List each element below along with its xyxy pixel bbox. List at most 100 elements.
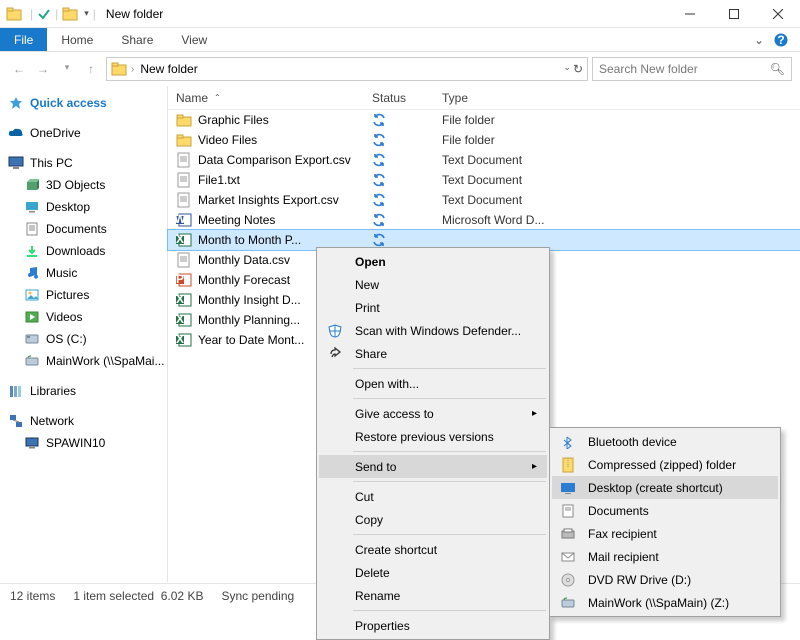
view-tab[interactable]: View — [167, 28, 221, 51]
context-menu[interactable]: Open New Print Scan with Windows Defende… — [316, 247, 550, 640]
ctx-restore[interactable]: Restore previous versions — [319, 425, 547, 448]
qat-folder-icon[interactable] — [62, 6, 78, 22]
column-name[interactable]: Name⌃ — [168, 91, 364, 105]
sendto-item[interactable]: Bluetooth device — [552, 430, 778, 453]
maximize-button[interactable] — [712, 0, 756, 28]
sidebar-item-label: MainWork (\\SpaMai... — [46, 354, 164, 368]
sendto-item[interactable]: Mail recipient — [552, 545, 778, 568]
sendto-item[interactable]: Desktop (create shortcut) — [552, 476, 778, 499]
ctx-delete[interactable]: Delete — [319, 561, 547, 584]
sendto-item[interactable]: Fax recipient — [552, 522, 778, 545]
svg-text:P: P — [176, 272, 184, 286]
sidebar-this-pc[interactable]: This PC — [0, 152, 167, 174]
ctx-cut[interactable]: Cut — [319, 485, 547, 508]
ctx-copy[interactable]: Copy — [319, 508, 547, 531]
svg-text:?: ? — [777, 33, 784, 47]
file-tab[interactable]: File — [0, 28, 47, 51]
ribbon-expand-icon[interactable]: ⌄ — [744, 33, 774, 47]
svg-text:X: X — [176, 312, 184, 326]
share-tab[interactable]: Share — [107, 28, 167, 51]
ctx-open-with[interactable]: Open with... — [319, 372, 547, 395]
sendto-label: Fax recipient — [588, 527, 657, 541]
sidebar-network[interactable]: Network — [0, 410, 167, 432]
file-row[interactable]: Graphic FilesFile folder — [168, 110, 800, 130]
sendto-item[interactable]: DVD RW Drive (D:) — [552, 568, 778, 591]
folder-icon — [24, 331, 40, 347]
sidebar-item[interactable]: Music — [0, 262, 167, 284]
file-name: Graphic Files — [198, 113, 269, 127]
file-type: Text Document — [434, 153, 594, 167]
ctx-open[interactable]: Open — [319, 250, 547, 273]
ctx-sep — [353, 534, 546, 535]
file-status — [364, 133, 434, 147]
search-icon[interactable]: 🔍︎ — [770, 62, 785, 76]
address-bar[interactable]: › New folder ⌄ ↻ — [106, 57, 588, 81]
sidebar-item[interactable]: Desktop — [0, 196, 167, 218]
ctx-share[interactable]: Share — [319, 342, 547, 365]
address-dropdown-icon[interactable]: ⌄ — [563, 62, 571, 76]
file-row[interactable]: Video FilesFile folder — [168, 130, 800, 150]
file-row[interactable]: Data Comparison Export.csv Text Document — [168, 150, 800, 170]
ctx-print[interactable]: Print — [319, 296, 547, 319]
ctx-create-shortcut[interactable]: Create shortcut — [319, 538, 547, 561]
sidebar-item-label: OS (C:) — [46, 332, 87, 346]
nav-back-icon[interactable]: ← — [8, 62, 30, 76]
sidebar-item[interactable]: Pictures — [0, 284, 167, 306]
ctx-new[interactable]: New — [319, 273, 547, 296]
crumb-arrow-icon[interactable]: › — [131, 64, 134, 75]
sort-asc-icon: ⌃ — [214, 93, 221, 102]
file-name: Data Comparison Export.csv — [198, 153, 351, 167]
status-selected: 1 item selected 6.02 KB — [73, 589, 203, 603]
sendto-item[interactable]: MainWork (\\SpaMain) (Z:) — [552, 591, 778, 614]
navigation-pane[interactable]: Quick access OneDrive This PC 3D Objects… — [0, 86, 168, 582]
qat-check-icon[interactable] — [37, 7, 51, 21]
column-headers[interactable]: Name⌃ Status Type — [168, 86, 800, 110]
ctx-sep — [353, 610, 546, 611]
sidebar-item-label: Music — [46, 266, 77, 280]
nav-history-icon[interactable]: ▾ — [56, 62, 78, 76]
ctx-give-access[interactable]: Give access to▸ — [319, 402, 547, 425]
file-icon — [176, 132, 192, 148]
status-sync: Sync pending — [221, 589, 294, 603]
nav-forward-icon[interactable]: → — [32, 62, 54, 76]
home-tab[interactable]: Home — [47, 28, 107, 51]
breadcrumb[interactable]: New folder — [138, 62, 199, 76]
nav-up-icon[interactable]: ↑ — [80, 62, 102, 76]
sendto-submenu[interactable]: Bluetooth device Compressed (zipped) fold… — [549, 427, 781, 617]
qat-dropdown-icon[interactable]: ▾ — [84, 8, 89, 19]
network-icon — [8, 413, 24, 429]
sidebar-item[interactable]: MainWork (\\SpaMai... — [0, 350, 167, 372]
pc-icon — [8, 155, 24, 171]
sidebar-item[interactable]: Downloads — [0, 240, 167, 262]
sidebar-onedrive[interactable]: OneDrive — [0, 122, 167, 144]
sidebar-item[interactable]: 3D Objects — [0, 174, 167, 196]
minimize-button[interactable] — [668, 0, 712, 28]
ctx-rename[interactable]: Rename — [319, 584, 547, 607]
sidebar-quick-access[interactable]: Quick access — [0, 92, 167, 114]
column-status[interactable]: Status — [364, 91, 434, 105]
sidebar-item-label: Network — [30, 414, 74, 428]
sendto-item[interactable]: Documents — [552, 499, 778, 522]
sidebar-item[interactable]: OS (C:) — [0, 328, 167, 350]
column-type[interactable]: Type — [434, 91, 594, 105]
sidebar-item[interactable]: Documents — [0, 218, 167, 240]
search-input[interactable]: Search New folder 🔍︎ — [592, 57, 792, 81]
help-icon[interactable]: ? — [774, 33, 788, 47]
file-row[interactable]: File1.txtText Document — [168, 170, 800, 190]
sendto-item[interactable]: Compressed (zipped) folder — [552, 453, 778, 476]
ctx-properties[interactable]: Properties — [319, 614, 547, 637]
sidebar-item[interactable]: Videos — [0, 306, 167, 328]
file-row[interactable]: Market Insights Export.csvText Document — [168, 190, 800, 210]
file-row[interactable]: WMeeting NotesMicrosoft Word D... — [168, 210, 800, 230]
ctx-sep — [353, 398, 546, 399]
close-button[interactable] — [756, 0, 800, 28]
ribbon-right: ⌄ ? — [744, 28, 800, 51]
ctx-send-to[interactable]: Send to▸ — [319, 455, 547, 478]
svg-text:W: W — [176, 212, 186, 226]
ctx-scan[interactable]: Scan with Windows Defender... — [319, 319, 547, 342]
sidebar-libraries[interactable]: Libraries — [0, 380, 167, 402]
refresh-icon[interactable]: ↻ — [573, 62, 583, 76]
sidebar-network-item[interactable]: SPAWIN10 — [0, 432, 167, 454]
sendto-icon — [560, 595, 576, 611]
sendto-label: Bluetooth device — [588, 435, 677, 449]
